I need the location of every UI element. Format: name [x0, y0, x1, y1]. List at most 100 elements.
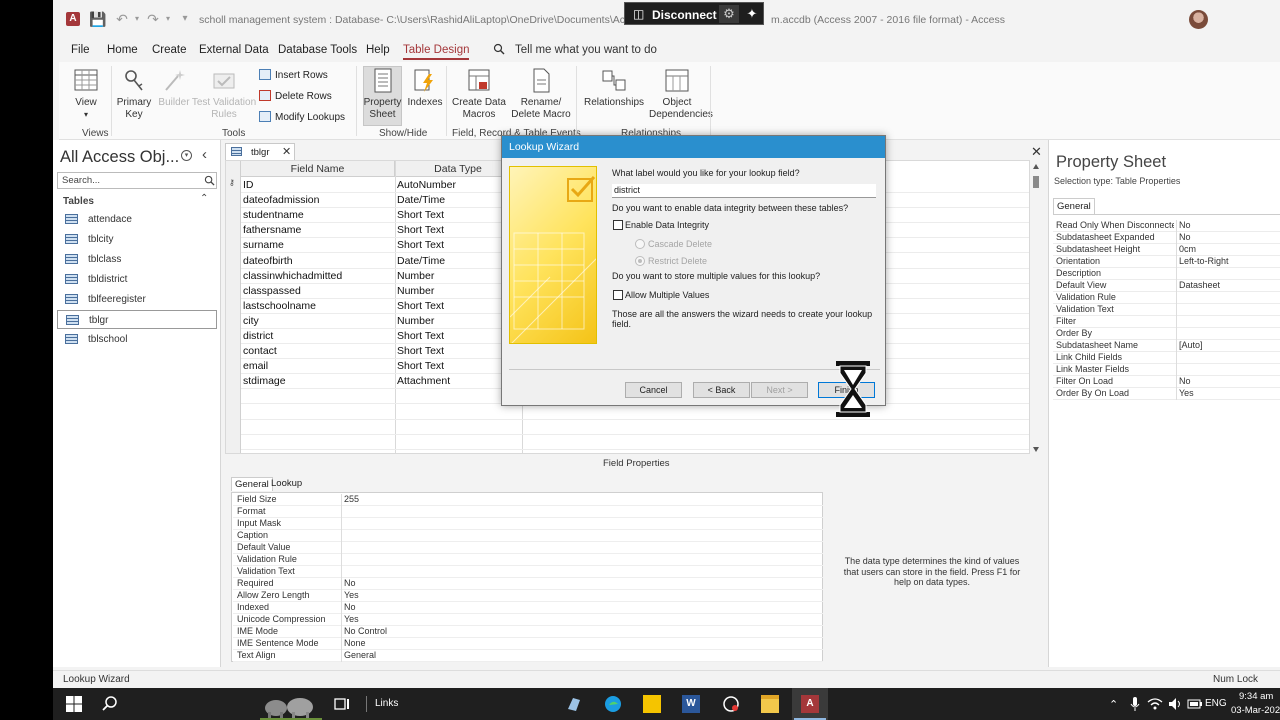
data-type-cell[interactable]: Attachment — [397, 375, 450, 387]
scroll-thumb[interactable] — [1033, 176, 1039, 188]
property-value[interactable]: None — [344, 638, 366, 648]
gear-icon[interactable]: ⚙ — [719, 5, 739, 23]
data-type-cell[interactable]: Short Text — [397, 239, 444, 251]
restrict-delete-radio[interactable] — [635, 256, 645, 266]
nav-item-tbldistrict[interactable]: tbldistrict — [57, 270, 217, 289]
property-value[interactable]: General — [344, 650, 376, 660]
wifi-icon[interactable] — [1146, 695, 1164, 713]
search-icon[interactable] — [101, 695, 119, 713]
tab-home[interactable]: Home — [107, 44, 138, 56]
close-icon[interactable]: ✕ — [1031, 144, 1042, 160]
access-icon[interactable]: A — [801, 695, 819, 713]
field-property-row[interactable]: Indexed No — [233, 602, 823, 614]
property-value[interactable]: 0cm — [1179, 244, 1196, 254]
data-type-cell[interactable]: Short Text — [397, 330, 444, 342]
property-value[interactable]: Yes — [344, 590, 359, 600]
property-sheet-row[interactable]: Orientation Left-to-Right — [1053, 256, 1280, 268]
undo-icon[interactable]: ↶ — [114, 11, 130, 27]
next-button[interactable]: Next > — [751, 382, 808, 398]
edge-icon[interactable] — [604, 695, 622, 713]
scroll-down-icon[interactable] — [1033, 447, 1039, 452]
property-value[interactable]: Yes — [1179, 388, 1194, 398]
field-name-cell[interactable]: dateofadmission — [243, 194, 319, 206]
property-sheet-row[interactable]: Order By — [1053, 328, 1280, 340]
pin-icon[interactable]: ✦ — [743, 5, 761, 23]
property-value[interactable]: Yes — [344, 614, 359, 624]
file-explorer-icon[interactable] — [761, 695, 779, 713]
language-indicator[interactable]: ENG — [1205, 698, 1227, 709]
field-property-row[interactable]: Required No — [233, 578, 823, 590]
field-name-cell[interactable]: fathersname — [243, 224, 301, 236]
collapse-pane-icon[interactable]: ‹ — [202, 146, 207, 163]
chevron-up-icon[interactable]: ⌃ — [200, 193, 208, 204]
app-icon[interactable] — [565, 695, 583, 713]
lookup-label-input[interactable]: district — [612, 184, 876, 198]
field-name-cell[interactable]: ID — [243, 179, 254, 191]
field-property-row[interactable]: IME Sentence Mode None — [233, 638, 823, 650]
rename-delete-macro-button[interactable]: Rename/ Delete Macro — [511, 68, 571, 121]
redo-dropdown-icon[interactable]: ▾ — [160, 11, 176, 27]
tell-me-input[interactable]: Tell me what you want to do — [515, 44, 657, 56]
property-sheet-row[interactable]: Link Child Fields — [1053, 352, 1280, 364]
tab-general[interactable]: General — [1053, 198, 1095, 214]
field-name-cell[interactable]: email — [243, 360, 268, 372]
field-property-row[interactable]: Input Mask — [233, 518, 823, 530]
nav-item-tblfeeregister[interactable]: tblfeeregister — [57, 290, 217, 309]
property-sheet-row[interactable]: Subdatasheet Height 0cm — [1053, 244, 1280, 256]
field-property-row[interactable]: Unicode Compression Yes — [233, 614, 823, 626]
indexes-button[interactable]: Indexes — [406, 68, 444, 109]
property-value[interactable]: [Auto] — [1179, 340, 1203, 350]
tab-general[interactable]: General — [231, 477, 273, 491]
property-value[interactable]: Left-to-Right — [1179, 256, 1229, 266]
sticky-notes-icon[interactable] — [643, 695, 661, 713]
tab-file[interactable]: File — [71, 44, 90, 56]
field-property-row[interactable]: Validation Text — [233, 566, 823, 578]
disconnect-button[interactable]: Disconnect — [652, 8, 717, 22]
property-sheet-row[interactable]: Subdatasheet Name [Auto] — [1053, 340, 1280, 352]
nav-item-tblgr[interactable]: tblgr — [57, 310, 217, 329]
nav-item-tblschool[interactable]: tblschool — [57, 330, 217, 349]
property-sheet-row[interactable]: Default View Datasheet — [1053, 280, 1280, 292]
property-value[interactable]: No — [1179, 232, 1191, 242]
data-type-cell[interactable]: Short Text — [397, 360, 444, 372]
nav-pane-title[interactable]: All Access Obj... — [60, 148, 179, 167]
field-name-cell[interactable]: dateofbirth — [243, 255, 293, 267]
tab-create[interactable]: Create — [152, 44, 187, 56]
data-type-cell[interactable]: Date/Time — [397, 255, 445, 267]
save-icon[interactable]: 💾 — [89, 11, 106, 27]
field-name-cell[interactable]: studentname — [243, 209, 304, 221]
property-sheet-row[interactable]: Order By On Load Yes — [1053, 388, 1280, 400]
relationships-button[interactable]: Relationships — [581, 68, 647, 109]
customize-qat-icon[interactable]: ▾ — [177, 11, 193, 27]
property-sheet-button[interactable]: Property Sheet — [363, 68, 402, 121]
undo-dropdown-icon[interactable]: ▾ — [129, 11, 145, 27]
property-sheet-row[interactable]: Description — [1053, 268, 1280, 280]
property-value[interactable]: 255 — [344, 494, 359, 504]
property-value[interactable]: No — [1179, 220, 1191, 230]
avatar[interactable] — [1189, 10, 1208, 29]
links-toolbar[interactable]: Links — [375, 698, 398, 709]
primary-key-button[interactable]: Primary Key — [114, 68, 154, 121]
field-name-cell[interactable]: city — [243, 315, 259, 327]
nav-options-icon[interactable]: ▾ — [181, 150, 192, 161]
field-property-row[interactable]: Default Value — [233, 542, 823, 554]
data-type-cell[interactable]: Short Text — [397, 345, 444, 357]
elephants-widget-icon[interactable] — [260, 690, 322, 720]
property-sheet-row[interactable]: Filter On Load No — [1053, 376, 1280, 388]
enable-integrity-checkbox[interactable] — [613, 220, 623, 230]
field-row[interactable] — [241, 405, 1029, 420]
property-sheet-row[interactable]: Validation Rule — [1053, 292, 1280, 304]
clock-date[interactable]: 03-Mar-202 — [1231, 705, 1280, 716]
field-name-cell[interactable]: classinwhichadmitted — [243, 270, 342, 282]
battery-icon[interactable] — [1186, 695, 1204, 713]
show-hidden-icons-icon[interactable]: ⌃ — [1109, 698, 1118, 711]
microphone-icon[interactable] — [1126, 695, 1144, 713]
field-property-row[interactable]: Format — [233, 506, 823, 518]
field-property-row[interactable]: Text Align General — [233, 650, 823, 662]
property-sheet-row[interactable]: Read Only When Disconnected No — [1053, 220, 1280, 232]
property-value[interactable]: Datasheet — [1179, 280, 1220, 290]
nav-item-tblcity[interactable]: tblcity — [57, 230, 217, 249]
field-property-row[interactable]: Allow Zero Length Yes — [233, 590, 823, 602]
task-view-icon[interactable] — [333, 695, 351, 713]
field-name-cell[interactable]: contact — [243, 345, 277, 357]
